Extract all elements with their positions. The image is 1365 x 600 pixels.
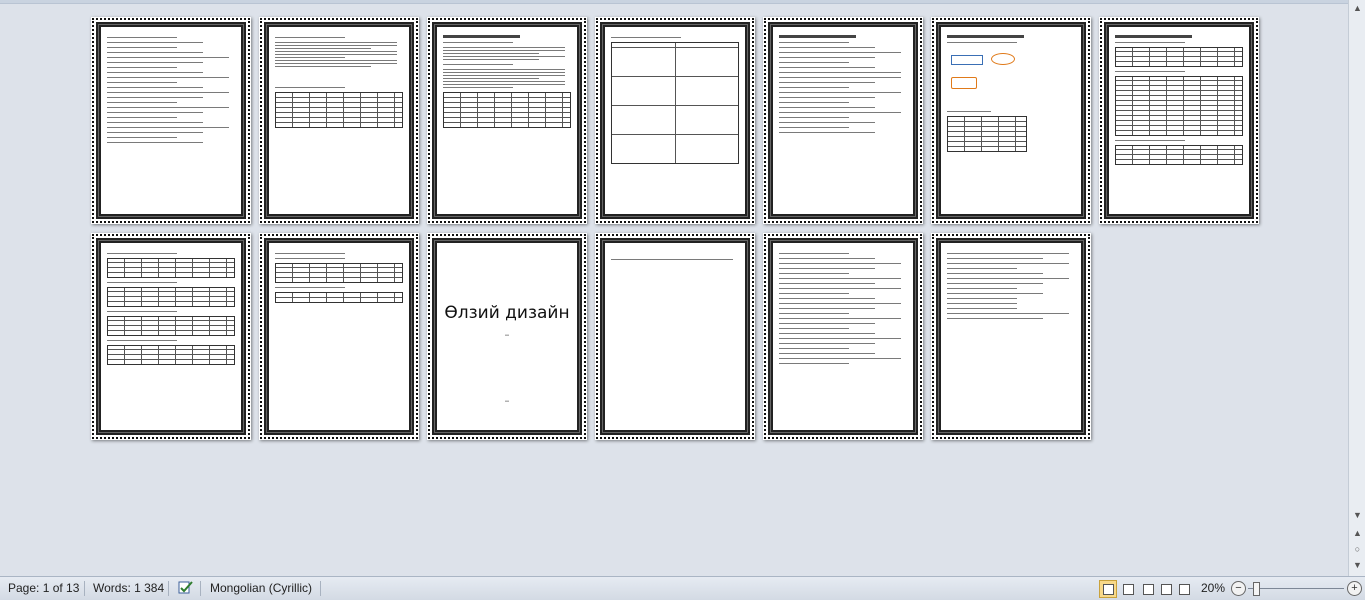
language-indicator[interactable]: Mongolian (Cyrillic) xyxy=(210,581,312,595)
table xyxy=(947,116,1027,152)
ruler-strip xyxy=(0,0,1348,4)
diagram-box xyxy=(951,55,983,65)
page-thumbnail-5[interactable] xyxy=(763,17,923,224)
table xyxy=(1115,47,1243,67)
page-border xyxy=(92,18,250,223)
table xyxy=(611,42,739,164)
page-border xyxy=(596,234,754,439)
page-thumbnail-11[interactable] xyxy=(595,233,755,440)
page-count[interactable]: Page: 1 of 13 xyxy=(8,581,79,595)
page-border xyxy=(92,234,250,439)
word-count[interactable]: Words: 1 384 xyxy=(93,581,164,595)
scroll-down-button[interactable]: ▼ xyxy=(1351,509,1364,522)
zoom-out-button[interactable]: − xyxy=(1231,581,1246,596)
page-border xyxy=(932,18,1090,223)
zoom-slider-thumb[interactable] xyxy=(1253,582,1260,596)
page-thumbnail-7[interactable] xyxy=(1099,17,1259,224)
table xyxy=(275,92,403,128)
print-layout-view-button[interactable] xyxy=(1099,580,1117,598)
page-border xyxy=(428,18,586,223)
page-border xyxy=(764,18,922,223)
page-thumbnail-2[interactable] xyxy=(259,17,419,224)
page-thumbnail-9[interactable] xyxy=(259,233,419,440)
page-border xyxy=(1100,18,1258,223)
outline-view-button[interactable] xyxy=(1157,580,1175,598)
table xyxy=(107,345,235,365)
cover-footer: ▪▪▪▪ xyxy=(504,399,510,403)
cover-title: Өлзий дизайн xyxy=(444,303,570,323)
document-workspace[interactable]: Өлзий дизайн ▪▪▪▪ ▪▪▪▪ xyxy=(0,0,1348,576)
divider xyxy=(84,581,85,596)
page-border xyxy=(260,234,418,439)
page-border xyxy=(932,234,1090,439)
table xyxy=(1115,145,1243,165)
table xyxy=(1115,76,1243,136)
diagram-oval xyxy=(991,53,1015,65)
page-border xyxy=(764,234,922,439)
table xyxy=(107,316,235,336)
cover-subtitle: ▪▪▪▪ xyxy=(504,333,510,337)
divider xyxy=(200,581,201,596)
divider xyxy=(168,581,169,596)
page-thumbnail-3[interactable] xyxy=(427,17,587,224)
vertical-scrollbar[interactable]: ▲ ▼ ▲ ○ ▼ xyxy=(1348,0,1365,576)
diagram-box xyxy=(951,77,977,89)
status-bar: Page: 1 of 13 Words: 1 384 Mongolian (Cy… xyxy=(0,576,1365,600)
divider xyxy=(320,581,321,596)
next-page-button[interactable]: ▼ xyxy=(1351,559,1364,572)
full-screen-reading-view-button[interactable] xyxy=(1119,580,1137,598)
web-layout-view-button[interactable] xyxy=(1139,580,1157,598)
page-thumbnail-1[interactable] xyxy=(91,17,251,224)
page-thumbnail-6[interactable] xyxy=(931,17,1091,224)
zoom-slider-track[interactable] xyxy=(1248,588,1344,589)
table xyxy=(107,258,235,278)
page-thumbnail-13[interactable] xyxy=(931,233,1091,440)
page-thumbnail-4[interactable] xyxy=(595,17,755,224)
zoom-in-button[interactable]: + xyxy=(1347,581,1362,596)
scroll-up-button[interactable]: ▲ xyxy=(1351,2,1364,15)
table xyxy=(443,92,571,128)
page-border: Өлзий дизайн ▪▪▪▪ ▪▪▪▪ xyxy=(428,234,586,439)
page-border xyxy=(596,18,754,223)
table xyxy=(275,292,403,303)
page-thumbnail-10[interactable]: Өлзий дизайн ▪▪▪▪ ▪▪▪▪ xyxy=(427,233,587,440)
page-border xyxy=(260,18,418,223)
page-thumbnail-12[interactable] xyxy=(763,233,923,440)
table xyxy=(275,263,403,283)
zoom-level[interactable]: 20% xyxy=(1201,581,1225,595)
previous-page-button[interactable]: ▲ xyxy=(1351,527,1364,540)
draft-view-button[interactable] xyxy=(1175,580,1193,598)
page-thumbnail-8[interactable] xyxy=(91,233,251,440)
proofing-icon[interactable] xyxy=(178,579,194,598)
table xyxy=(107,287,235,307)
select-browse-object-button[interactable]: ○ xyxy=(1351,543,1364,556)
